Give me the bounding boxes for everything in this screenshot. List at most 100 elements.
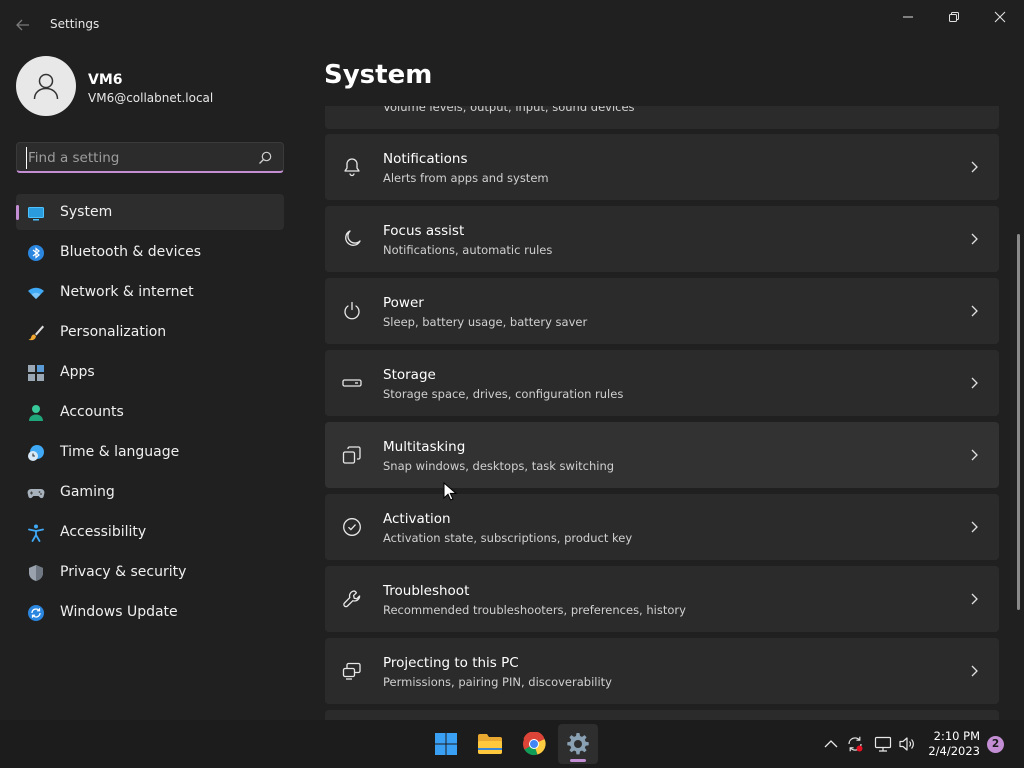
sidebar-item-label: Windows Update — [60, 604, 178, 620]
sidebar-item-label: System — [60, 204, 113, 220]
card-subtitle: Recommended troubleshooters, preferences… — [383, 603, 686, 617]
avatar — [16, 56, 76, 116]
card-subtitle: Notifications, automatic rules — [383, 243, 553, 257]
search-input[interactable] — [26, 147, 246, 169]
settings-card-power[interactable]: Power Sleep, battery usage, battery save… — [325, 278, 999, 344]
sidebar-item-label: Accounts — [60, 404, 124, 420]
accounts-icon — [29, 405, 43, 421]
clock-time: 2:10 PM — [933, 729, 980, 743]
sidebar-item-accounts[interactable]: Accounts — [16, 394, 284, 430]
sidebar-item-label: Personalization — [60, 324, 167, 340]
settings-card-notifications[interactable]: Notifications Alerts from apps and syste… — [325, 134, 999, 200]
check-circle-icon — [343, 518, 361, 536]
sidebar-item-gaming[interactable]: Gaming — [16, 474, 284, 510]
settings-taskbar-button[interactable] — [558, 724, 598, 764]
card-title: Storage — [383, 367, 436, 383]
back-button[interactable] — [10, 12, 36, 38]
user-email: VM6@collabnet.local — [88, 91, 214, 105]
sidebar-item-label: Bluetooth & devices — [60, 244, 202, 260]
network-monitor-icon[interactable] — [874, 735, 892, 753]
app-title: Settings — [50, 17, 100, 31]
start-button[interactable] — [426, 724, 466, 764]
settings-card-focus-assist[interactable]: Focus assist Notifications, automatic ru… — [325, 206, 999, 272]
mouse-cursor-icon — [443, 482, 457, 501]
sidebar-item-bluetooth-devices[interactable]: Bluetooth & devices — [16, 234, 284, 270]
card-title: Focus assist — [383, 223, 465, 239]
chevron-right-icon — [971, 377, 978, 389]
card-title: Notifications — [383, 151, 468, 167]
sidebar-item-label: Time & language — [60, 444, 180, 460]
card-subtitle: Permissions, pairing PIN, discoverabilit… — [383, 675, 612, 689]
sidebar-item-network-internet[interactable]: Network & internet — [16, 274, 284, 310]
taskbar: 2:10 PM 2/4/2023 2 — [0, 720, 1024, 768]
sidebar-item-apps[interactable]: Apps — [16, 354, 284, 390]
file-explorer-icon — [478, 734, 502, 754]
sidebar-item-label: Network & internet — [60, 284, 194, 300]
sidebar-item-system[interactable]: System — [16, 194, 284, 230]
system-icon — [28, 207, 44, 221]
card-subtitle: Sleep, battery usage, battery saver — [383, 315, 588, 329]
user-icon — [33, 73, 59, 100]
sync-alert-icon[interactable] — [846, 735, 864, 753]
running-indicator — [570, 759, 586, 762]
chevron-right-icon — [971, 665, 978, 677]
card-title: Troubleshoot — [383, 583, 470, 599]
settings-card-storage[interactable]: Storage Storage space, drives, configura… — [325, 350, 999, 416]
windows-start-icon — [435, 733, 457, 755]
card-subtitle: Snap windows, desktops, task switching — [383, 459, 615, 473]
sidebar-item-label: Gaming — [60, 484, 115, 500]
settings-list: Volume levels, output, input, sound devi… — [324, 106, 1000, 723]
chrome-button[interactable] — [514, 724, 554, 764]
sidebar-item-privacy-security[interactable]: Privacy & security — [16, 554, 284, 590]
projecting-icon — [342, 662, 361, 680]
content-scrollbar[interactable] — [1017, 234, 1020, 610]
search-icon[interactable] — [257, 150, 273, 166]
sidebar-item-label: Apps — [60, 364, 95, 380]
sidebar-item-accessibility[interactable]: Accessibility — [16, 514, 284, 550]
notification-badge[interactable]: 2 — [987, 736, 1004, 753]
sidebar-item-label: Accessibility — [60, 524, 147, 540]
power-icon — [344, 301, 360, 320]
chrome-icon — [523, 732, 546, 756]
update-icon — [28, 605, 44, 621]
settings-card-sound[interactable]: Volume levels, output, input, sound devi… — [325, 106, 999, 129]
storage-icon — [342, 379, 362, 387]
sidebar-item-windows-update[interactable]: Windows Update — [16, 594, 284, 630]
wrench-icon — [343, 590, 361, 608]
main-content: System Volume levels, output, input, sou… — [310, 0, 1024, 768]
card-title: Projecting to this PC — [383, 655, 519, 671]
brush-icon — [28, 325, 44, 341]
card-title: Activation — [383, 511, 451, 527]
card-subtitle: Activation state, subscriptions, product… — [383, 531, 633, 545]
settings-card-troubleshoot[interactable]: Troubleshoot Recommended troubleshooters… — [325, 566, 999, 632]
sidebar-item-label: Privacy & security — [60, 564, 187, 580]
settings-gear-icon — [567, 733, 589, 755]
settings-card-activation[interactable]: Activation Activation state, subscriptio… — [325, 494, 999, 560]
user-name: VM6 — [88, 72, 123, 88]
file-explorer-button[interactable] — [470, 724, 510, 764]
sidebar-item-personalization[interactable]: Personalization — [16, 314, 284, 350]
bell-icon — [344, 158, 360, 177]
search-box[interactable] — [16, 142, 284, 173]
page-title: System — [324, 60, 433, 90]
user-profile[interactable]: VM6 VM6@collabnet.local — [16, 56, 296, 118]
settings-card-multitasking[interactable]: Multitasking Snap windows, desktops, tas… — [325, 422, 999, 488]
card-title: Power — [383, 295, 424, 311]
card-subtitle: Volume levels, output, input, sound devi… — [383, 106, 635, 114]
taskbar-clock[interactable]: 2:10 PM 2/4/2023 — [920, 729, 980, 759]
clock-date: 2/4/2023 — [928, 744, 980, 758]
chevron-right-icon — [971, 449, 978, 461]
chevron-right-icon — [971, 593, 978, 605]
multitasking-icon — [342, 446, 361, 464]
shield-icon — [29, 565, 43, 581]
chevron-right-icon — [971, 305, 978, 317]
wifi-icon — [28, 287, 44, 299]
chevron-right-icon — [971, 161, 978, 173]
chevron-up-icon[interactable] — [822, 735, 840, 753]
card-title: Multitasking — [383, 439, 466, 455]
settings-card-projecting[interactable]: Projecting to this PC Permissions, pairi… — [325, 638, 999, 704]
card-subtitle: Alerts from apps and system — [383, 171, 549, 185]
volume-icon[interactable] — [898, 735, 916, 753]
sidebar-item-time-language[interactable]: Time & language — [16, 434, 284, 470]
apps-icon — [28, 365, 44, 381]
